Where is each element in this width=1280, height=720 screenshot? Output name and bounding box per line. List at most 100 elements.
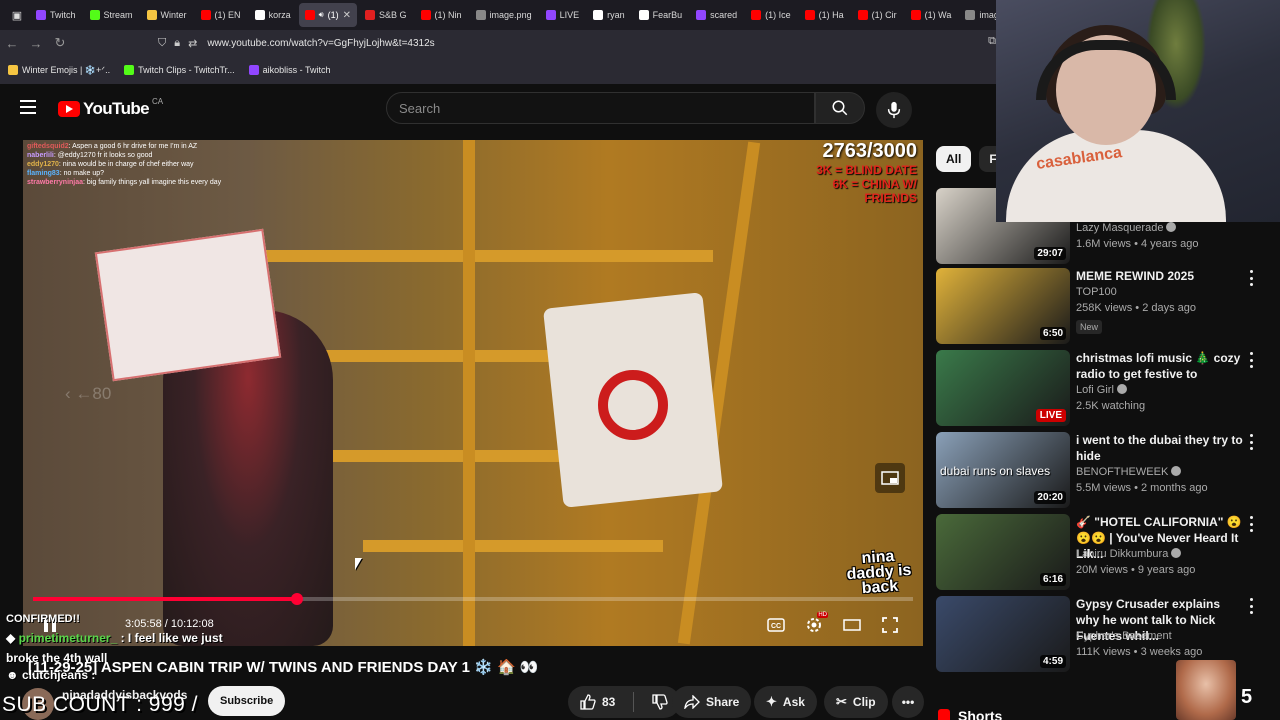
browser-tab[interactable]: (1) Ha <box>799 3 850 27</box>
shorts-label: Shorts <box>958 708 1003 720</box>
youtube-logo[interactable]: YouTube CA <box>58 97 163 119</box>
browser-tab[interactable]: ryan <box>587 3 631 27</box>
url-field[interactable]: www.youtube.com/watch?v=GgFhyjLojhw&t=43… <box>207 38 434 49</box>
browser-tab[interactable]: LIVE <box>540 3 586 27</box>
browser-tab[interactable]: (1) Wa <box>905 3 958 27</box>
recommendation-item[interactable]: 6:16 🎸 "HOTEL CALIFORNIA" 😮😮😮 | You've Ne… <box>936 514 1266 590</box>
menu-icon[interactable] <box>20 100 36 114</box>
shield-icon[interactable]: ⛉ <box>158 37 166 50</box>
tab-favicon-icon <box>593 10 604 20</box>
video-thumbnail[interactable]: 6:16 <box>936 514 1070 590</box>
search-input[interactable] <box>387 93 814 123</box>
total-duration: 10:12:08 <box>170 618 214 630</box>
recommendation-channel[interactable]: TOP100 <box>1076 286 1117 298</box>
forward-icon[interactable]: → <box>24 31 48 55</box>
more-vertical-icon[interactable] <box>1246 270 1256 286</box>
search-button[interactable] <box>815 92 865 124</box>
like-button[interactable]: 83 <box>568 686 627 718</box>
video-player[interactable]: giftedsquid2: Aspen a good 6 hr drive fo… <box>23 140 923 646</box>
browser-tab[interactable]: korza <box>249 3 297 27</box>
voice-search-button[interactable] <box>876 92 912 128</box>
browser-tab[interactable]: image.png <box>470 3 538 27</box>
browser-tab[interactable]: scared <box>690 3 743 27</box>
more-vertical-icon[interactable] <box>1246 352 1256 368</box>
browser-tab[interactable]: S&B G <box>359 3 413 27</box>
target-logo <box>598 370 668 440</box>
recommendation-title[interactable]: christmas lofi music 🎄 cozy radio to get… <box>1076 350 1246 382</box>
chip-all[interactable]: All <box>936 146 972 172</box>
duration-badge: 6:16 <box>1039 573 1066 586</box>
recommendation-channel[interactable]: Lahiru Dikkumbura <box>1076 548 1182 560</box>
recommendation-channel[interactable]: Lofi Girl <box>1076 384 1127 396</box>
scrubber-handle[interactable] <box>291 593 303 605</box>
tab-label: (1) Ice <box>765 10 791 20</box>
recommendation-title[interactable]: MEME REWIND 2025 <box>1076 268 1246 284</box>
captions-button[interactable]: CC <box>764 614 788 636</box>
bookmark-twitch-clips[interactable]: Twitch Clips - TwitchTr... <box>124 65 235 75</box>
more-actions-button[interactable]: ••• <box>892 686 924 718</box>
video-thumbnail[interactable]: 6:50 <box>936 268 1070 344</box>
video-thumbnail[interactable]: LIVE <box>936 350 1070 426</box>
like-dislike-group: 83 <box>568 686 681 718</box>
more-vertical-icon[interactable] <box>1246 598 1256 614</box>
browser-tab[interactable]: (1) Cir <box>852 3 903 27</box>
browser-tab[interactable]: Winter <box>141 3 193 27</box>
theater-icon <box>843 619 861 631</box>
overlay-chat-user: primetimeturner_ <box>18 631 118 645</box>
permissions-icon[interactable]: ⇄ <box>188 37 197 50</box>
tab-label: Twitch <box>50 10 76 20</box>
video-thumbnail[interactable]: dubai runs on slaves 20:20 <box>936 432 1070 508</box>
progress-bar[interactable] <box>33 593 913 605</box>
browser-tab[interactable]: (1) Nin <box>415 3 468 27</box>
recommendation-title[interactable]: i went to the dubai they try to hide <box>1076 432 1246 464</box>
recommendation-channel[interactable]: Cypher's Basement <box>1076 630 1172 642</box>
browser-tab[interactable]: (1) EN <box>195 3 247 27</box>
live-badge: LIVE <box>1035 409 1066 422</box>
svg-text:CC: CC <box>771 623 781 630</box>
recommendation-item[interactable]: LIVE christmas lofi music 🎄 cozy radio to… <box>936 350 1266 426</box>
browser-tab[interactable]: 🔊︎ (1) ✕ <box>298 3 358 27</box>
subscribe-button[interactable]: Subscribe <box>208 686 286 716</box>
miniplayer-button[interactable] <box>875 463 905 493</box>
tab-favicon-icon <box>638 10 649 20</box>
bookmark-aikobliss[interactable]: aikobliss - Twitch <box>248 65 331 75</box>
tab-label: ryan <box>607 10 625 20</box>
dot <box>1249 447 1253 450</box>
clip-button[interactable]: ✂ Clip <box>824 686 888 718</box>
recommendation-item[interactable]: 6:50 MEME REWIND 2025 TOP100 258K views • 2… <box>936 268 1266 344</box>
browser-tab[interactable]: (1) Ice <box>745 3 797 27</box>
recommendation-meta: 2.5K watching <box>1076 400 1146 412</box>
video-thumbnail[interactable]: 4:59 <box>936 596 1070 672</box>
dot <box>1249 516 1253 519</box>
bookmark-winter-emojis[interactable]: Winter Emojis | ❄️+ᐟ.. <box>8 65 110 76</box>
theater-mode-button[interactable] <box>840 614 864 636</box>
channel-name: Cypher's Basement <box>1076 630 1172 642</box>
browser-tab[interactable]: FearBu <box>633 3 689 27</box>
ask-button[interactable]: ✦ Ask <box>754 686 817 718</box>
browser-tab[interactable]: Twitch <box>30 3 82 27</box>
speaker-icon[interactable]: 🔊︎ <box>319 10 324 20</box>
like-divider <box>633 692 635 712</box>
browser-tab[interactable]: Stream <box>84 3 139 27</box>
fullscreen-button[interactable] <box>878 614 902 636</box>
tab-favicon-icon <box>965 10 976 20</box>
tab-label: image.png <box>489 10 532 20</box>
more-vertical-icon[interactable] <box>1246 434 1256 450</box>
reload-icon[interactable]: ↻ <box>48 31 72 55</box>
lock-icon[interactable]: 🔒︎ <box>174 37 180 50</box>
tab-favicon-icon <box>910 10 921 20</box>
search-icon <box>832 100 848 116</box>
tab-label: (1) Nin <box>434 10 462 20</box>
back-icon[interactable]: ← <box>0 31 24 55</box>
recommendation-channel[interactable]: Lazy Masquerade <box>1076 222 1177 234</box>
verified-check-icon <box>1166 222 1177 233</box>
more-vertical-icon[interactable] <box>1246 516 1256 532</box>
recommendation-channel[interactable]: BENOFTHEWEEK <box>1076 466 1182 478</box>
settings-button[interactable]: HD <box>802 612 828 636</box>
tab-favicon-icon <box>200 10 211 20</box>
recommendation-item[interactable]: dubai runs on slaves 20:20 i went to the d… <box>936 432 1266 508</box>
reader-view-icon[interactable]: ⧉ <box>988 35 996 48</box>
share-button[interactable]: Share <box>672 686 752 718</box>
close-tab-icon[interactable]: ✕ <box>343 10 351 21</box>
tab-overview-icon[interactable]: ▣ <box>6 4 28 26</box>
